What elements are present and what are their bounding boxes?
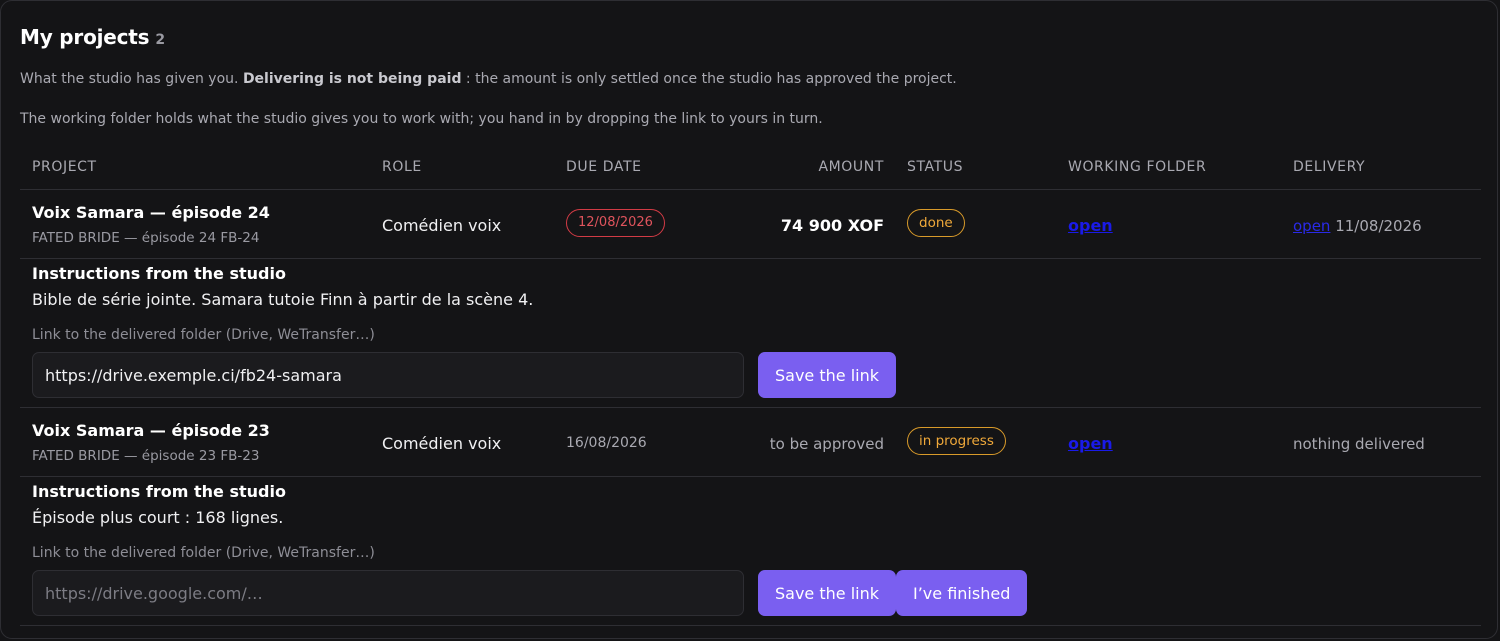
intro-prefix: What the studio has given you. [20, 71, 243, 87]
working-folder-cell: open [1068, 434, 1113, 453]
project-amount: 74 900 XOF [780, 216, 884, 235]
instructions-title: Instructions from the studio [32, 482, 286, 501]
status-badge: in progress [907, 427, 1006, 455]
project-role: Comédien voix [382, 434, 502, 453]
delivery-link-input[interactable] [32, 570, 744, 616]
project-name: Voix Samara — épisode 24 [32, 203, 270, 222]
col-amount: Amount [818, 159, 884, 175]
project-detail: Instructions from the studio Bible de sé… [20, 259, 1481, 408]
page-title-row: My projects 2 [20, 25, 165, 49]
link-field-label: Link to the delivered folder (Drive, WeT… [32, 327, 375, 343]
project-amount: to be approved [769, 435, 884, 453]
status-cell: in progress [907, 427, 1006, 455]
project-subtitle: FATED BRIDE — épisode 23 FB-23 [32, 448, 260, 464]
projects-panel: My projects 2 What the studio has given … [0, 0, 1498, 639]
col-role: Role [382, 159, 422, 175]
col-due-date: Due date [566, 159, 642, 175]
link-field-label: Link to the delivered folder (Drive, WeT… [32, 545, 375, 561]
intro-paragraph: What the studio has given you. Deliverin… [20, 71, 957, 87]
delivery-cell: open 11/08/2026 [1293, 217, 1422, 235]
project-role: Comédien voix [382, 216, 502, 235]
project-name: Voix Samara — épisode 23 [32, 421, 270, 440]
intro-suffix: : the amount is only settled once the st… [461, 71, 957, 87]
due-date-cell: 12/08/2026 [566, 209, 665, 237]
project-count: 2 [155, 32, 166, 48]
projects-table: Project Role Due date Amount Status Work… [20, 149, 1481, 626]
working-folder-cell: open [1068, 216, 1113, 235]
working-folder-open-link[interactable]: open [1068, 434, 1113, 453]
table-row: Voix Samara — épisode 23 FATED BRIDE — é… [20, 408, 1481, 477]
due-date: 16/08/2026 [566, 435, 647, 451]
status-badge: done [907, 209, 965, 237]
page-title: My projects [20, 25, 150, 49]
table-row: Voix Samara — épisode 24 FATED BRIDE — é… [20, 190, 1481, 259]
col-working-folder: Working folder [1068, 159, 1207, 175]
delivery-date: 11/08/2026 [1335, 217, 1422, 235]
delivery-link-input[interactable] [32, 352, 744, 398]
col-delivery: Delivery [1293, 159, 1366, 175]
finished-button[interactable]: I’ve finished [896, 570, 1028, 616]
delivery-open-link[interactable]: open [1293, 217, 1330, 235]
instructions-title: Instructions from the studio [32, 264, 286, 283]
col-project: Project [32, 159, 97, 175]
project-subtitle: FATED BRIDE — épisode 24 FB-24 [32, 230, 260, 246]
table-header: Project Role Due date Amount Status Work… [20, 149, 1481, 190]
instructions-text: Bible de série jointe. Samara tutoie Fin… [32, 290, 534, 309]
save-link-button[interactable]: Save the link [758, 570, 896, 616]
instructions-text: Épisode plus court : 168 lignes. [32, 508, 284, 527]
col-status: Status [907, 159, 964, 175]
save-link-button[interactable]: Save the link [758, 352, 896, 398]
overdue-date-badge: 12/08/2026 [566, 209, 665, 237]
delivery-status-text: nothing delivered [1293, 435, 1425, 453]
project-detail: Instructions from the studio Épisode plu… [20, 477, 1481, 626]
status-cell: done [907, 209, 965, 237]
intro-bold: Delivering is not being paid [242, 71, 462, 87]
intro-paragraph-2: The working folder holds what the studio… [20, 111, 823, 127]
working-folder-open-link[interactable]: open [1068, 216, 1113, 235]
